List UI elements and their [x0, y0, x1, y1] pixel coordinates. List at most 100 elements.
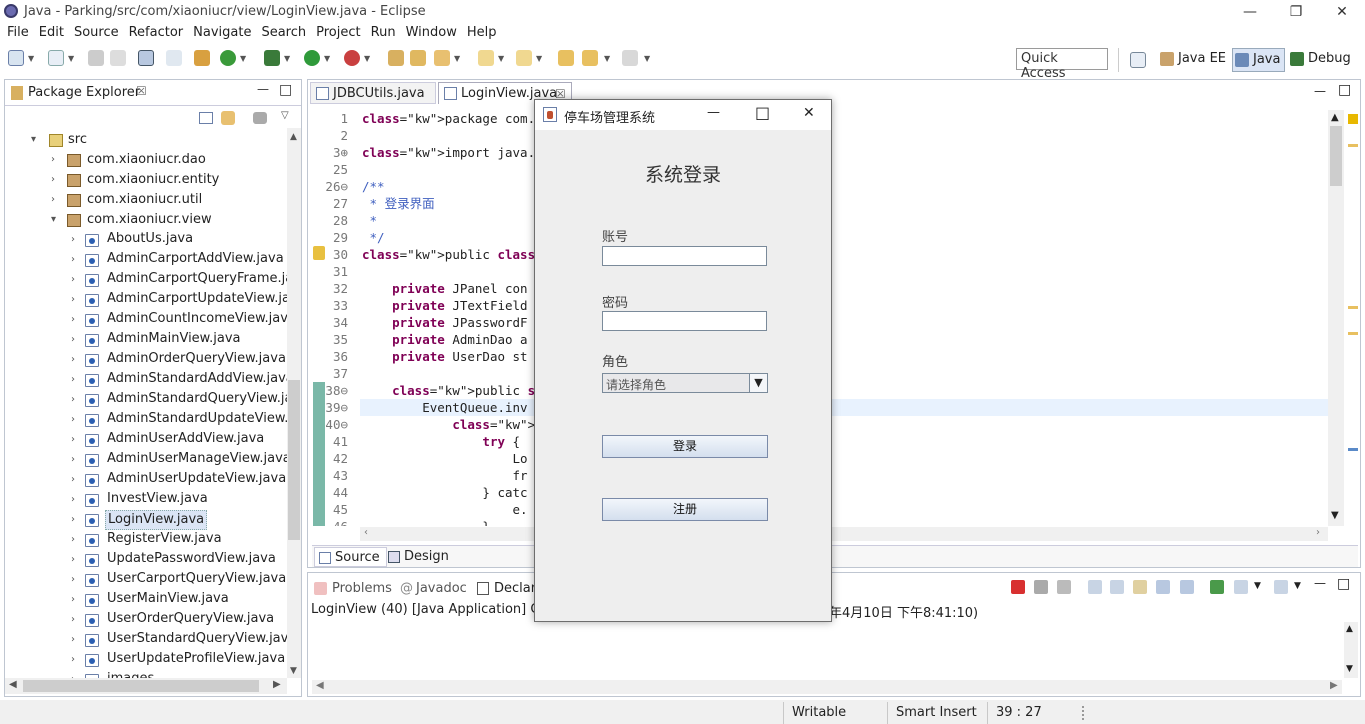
console-vscrollbar[interactable]: ▲ ▼: [1344, 622, 1358, 678]
tree-item-file[interactable]: › LoginView.java: [5, 510, 287, 530]
tree-item-file[interactable]: › UserStandardQueryView.java: [5, 630, 287, 650]
menu-navigate[interactable]: Navigate: [188, 24, 256, 42]
new-package-icon[interactable]: [48, 50, 64, 66]
minimize-icon[interactable]: —: [257, 82, 269, 96]
tree-item-file[interactable]: › AdminMainView.java: [5, 330, 287, 350]
minimize-icon[interactable]: —: [1314, 84, 1326, 98]
chevron-right-icon[interactable]: ›: [71, 370, 75, 390]
build-icon[interactable]: [194, 50, 210, 66]
chevron-down-icon[interactable]: ▼: [324, 54, 330, 63]
open-folder-icon[interactable]: [410, 50, 426, 66]
pin-console-icon[interactable]: [1210, 580, 1224, 594]
chevron-right-icon[interactable]: ›: [71, 310, 75, 330]
chevron-down-icon[interactable]: ▼: [536, 54, 542, 63]
chevron-down-icon[interactable]: ▼: [644, 54, 650, 63]
chevron-right-icon[interactable]: ›: [71, 390, 75, 410]
scroll-left-icon[interactable]: ‹: [364, 527, 368, 538]
tree-item-file[interactable]: › AdminUserUpdateView.java: [5, 470, 287, 490]
package-explorer-title[interactable]: Package Explorer: [28, 85, 140, 100]
tree-item-file[interactable]: › AdminCarportUpdateView.java: [5, 290, 287, 310]
chevron-down-icon[interactable]: ▼: [364, 54, 370, 63]
editor-vscrollbar[interactable]: ▲ ▼: [1328, 110, 1344, 526]
warning-marker[interactable]: [1348, 114, 1358, 124]
chevron-right-icon[interactable]: ›: [71, 650, 75, 670]
tree-item-src[interactable]: ▾ src: [5, 130, 287, 150]
perspective-java-ee[interactable]: Java EE: [1158, 48, 1230, 72]
show-on-out-icon[interactable]: [1156, 580, 1170, 594]
tree-item-file[interactable]: › AdminStandardQueryView.java: [5, 390, 287, 410]
dialog-minimize-button[interactable]: —: [707, 105, 720, 120]
tree-item-file[interactable]: › AdminStandardUpdateView.java: [5, 410, 287, 430]
scroll-up-icon[interactable]: ▲: [1331, 112, 1339, 123]
show-on-err-icon[interactable]: [1180, 580, 1194, 594]
new-icon[interactable]: [8, 50, 24, 66]
restore-button[interactable]: ❐: [1273, 2, 1319, 22]
scroll-up-icon[interactable]: ▲: [1346, 624, 1353, 634]
clear-console-icon[interactable]: [1088, 580, 1102, 594]
console-icon[interactable]: [138, 50, 154, 66]
chevron-down-icon[interactable]: ▼: [749, 374, 767, 392]
menu-project[interactable]: Project: [311, 24, 365, 42]
remove-all-icon[interactable]: [1057, 580, 1071, 594]
tree-item-file[interactable]: › AdminCarportAddView.java: [5, 250, 287, 270]
tree-item-package[interactable]: › com.xiaoniucr.entity: [5, 170, 287, 190]
scroll-down-icon[interactable]: ▼: [1346, 664, 1353, 674]
tree-item-file[interactable]: › AdminCarportQueryFrame.java: [5, 270, 287, 290]
chevron-right-icon[interactable]: ›: [71, 490, 75, 510]
chevron-down-icon[interactable]: ▼: [68, 54, 74, 63]
scroll-up-icon[interactable]: ▲: [290, 132, 297, 142]
scroll-thumb[interactable]: [288, 380, 300, 540]
hscroll-thumb[interactable]: [23, 680, 259, 692]
scroll-right-icon[interactable]: ▶: [273, 679, 281, 690]
perspective-java[interactable]: Java: [1232, 48, 1286, 72]
run-icon[interactable]: [304, 50, 320, 66]
menu-search[interactable]: Search: [256, 24, 311, 42]
close-icon[interactable]: ☒: [136, 84, 147, 98]
skip-breakpoints-icon[interactable]: [166, 50, 182, 66]
maximize-icon[interactable]: □: [279, 82, 292, 98]
chevron-right-icon[interactable]: ›: [51, 190, 55, 210]
tree-item-package[interactable]: ▾ com.xiaoniucr.view: [5, 210, 287, 230]
login-button[interactable]: 登录: [602, 435, 768, 458]
chevron-down-icon[interactable]: ▼: [240, 54, 246, 63]
register-button[interactable]: 注册: [602, 498, 768, 521]
maximize-icon[interactable]: □: [1337, 576, 1350, 592]
chevron-right-icon[interactable]: ›: [51, 150, 55, 170]
tree-item-file[interactable]: › AboutUs.java: [5, 230, 287, 250]
role-select[interactable]: 请选择角色 ▼: [602, 373, 768, 393]
tree-item-file[interactable]: › RegisterView.java: [5, 530, 287, 550]
chevron-down-icon[interactable]: ▾: [51, 210, 56, 230]
menu-file[interactable]: File: [2, 24, 34, 42]
chevron-right-icon[interactable]: ›: [71, 590, 75, 610]
scroll-lock-icon[interactable]: [1110, 580, 1124, 594]
menu-refactor[interactable]: Refactor: [124, 24, 189, 42]
chevron-right-icon[interactable]: ›: [71, 610, 75, 630]
console-hscrollbar[interactable]: ◀ ▶: [312, 680, 1342, 694]
tab-problems[interactable]: Problems: [312, 578, 392, 600]
minimize-button[interactable]: —: [1227, 2, 1273, 22]
dialog-close-button[interactable]: ✕: [803, 105, 815, 121]
tree-item-file[interactable]: › AdminCountIncomeView.java: [5, 310, 287, 330]
tree-item-file[interactable]: › images: [5, 670, 287, 678]
chevron-right-icon[interactable]: ›: [71, 290, 75, 310]
tab-design[interactable]: Design: [384, 547, 455, 567]
menu-source[interactable]: Source: [69, 24, 124, 42]
scroll-right-icon[interactable]: ▶: [1330, 680, 1338, 691]
debug-icon[interactable]: [264, 50, 280, 66]
tab-source[interactable]: Source: [314, 547, 387, 567]
password-input[interactable]: [602, 311, 767, 331]
tree-item-package[interactable]: › com.xiaoniucr.util: [5, 190, 287, 210]
next-annotation-icon[interactable]: [478, 50, 494, 66]
chevron-right-icon[interactable]: ›: [71, 230, 75, 250]
save-icon[interactable]: [88, 50, 104, 66]
refresh-icon[interactable]: [220, 50, 236, 66]
tree-item-file[interactable]: › UserUpdateProfileView.java: [5, 650, 287, 670]
perspective-debug[interactable]: Debug: [1288, 48, 1355, 72]
tree-item-package[interactable]: › com.xiaoniucr.dao: [5, 150, 287, 170]
search-icon[interactable]: [434, 50, 450, 66]
tab-javadoc[interactable]: @ Javadoc: [396, 578, 467, 600]
chevron-right-icon[interactable]: ›: [71, 250, 75, 270]
chevron-right-icon[interactable]: ›: [71, 350, 75, 370]
chevron-down-icon[interactable]: ▼: [284, 54, 290, 63]
chevron-right-icon[interactable]: ›: [71, 570, 75, 590]
